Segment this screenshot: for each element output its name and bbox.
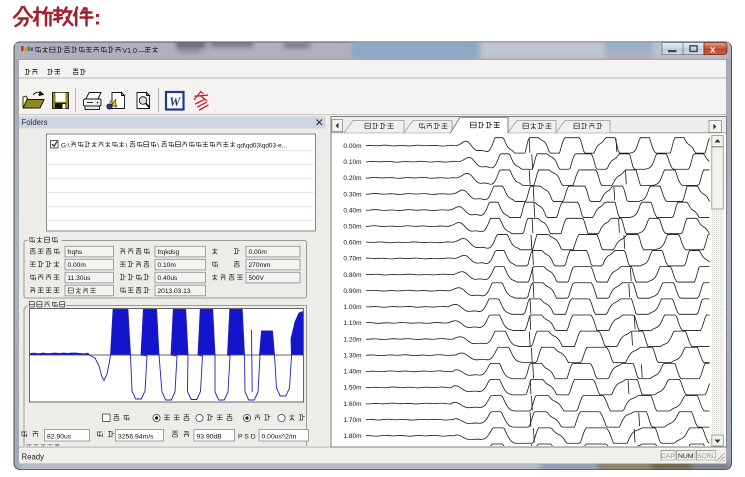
svg-text:3256.94m/s: 3256.94m/s (118, 433, 154, 440)
svg-text:1.00m: 1.00m (343, 304, 361, 311)
svg-text:0.00m: 0.00m (68, 262, 87, 269)
svg-text:0.80m: 0.80m (343, 272, 361, 279)
svg-text:Ready: Ready (22, 453, 45, 462)
svg-text:0.70m: 0.70m (343, 256, 361, 263)
svg-text:SCRL: SCRL (697, 453, 715, 460)
svg-text:82.90us: 82.90us (47, 433, 72, 440)
svg-text:1.70m: 1.70m (343, 417, 361, 424)
svg-text:0.30m: 0.30m (343, 191, 361, 198)
svg-text:1.30m: 1.30m (343, 352, 361, 359)
svg-text:x: x (710, 44, 716, 55)
svg-text:1.60m: 1.60m (343, 401, 361, 408)
svg-text:frqhs: frqhs (68, 249, 83, 256)
svg-text:qd\qd03\qd03-e...: qd\qd03\qd03-e... (237, 142, 287, 149)
svg-text:1.10m: 1.10m (343, 320, 361, 327)
svg-text:0.90m: 0.90m (343, 288, 361, 295)
svg-text:\: \ (126, 142, 128, 149)
svg-text:93.90dB: 93.90dB (197, 433, 223, 440)
svg-text:0.00us^2/m: 0.00us^2/m (262, 433, 297, 440)
svg-text:1.40m: 1.40m (343, 369, 361, 376)
svg-text:frqkdsg: frqkdsg (158, 249, 180, 256)
svg-text:0.00m: 0.00m (343, 143, 361, 150)
svg-text:0.10m: 0.10m (343, 159, 361, 166)
svg-text:P S D: P S D (238, 433, 256, 440)
svg-text:G:\: G:\ (61, 142, 70, 149)
svg-text:11.30us: 11.30us (68, 275, 92, 282)
svg-text:—: — (139, 48, 146, 55)
svg-text:0.50m: 0.50m (343, 224, 361, 231)
svg-text:0.20m: 0.20m (343, 175, 361, 182)
svg-text:270mm: 270mm (249, 262, 271, 269)
svg-text:0.00m: 0.00m (249, 249, 268, 256)
svg-text:2013.03.13: 2013.03.13 (158, 288, 191, 295)
svg-text:0.10m: 0.10m (158, 262, 177, 269)
svg-text:0.60m: 0.60m (343, 240, 361, 247)
svg-text:\: \ (157, 142, 159, 149)
svg-text:1.50m: 1.50m (343, 385, 361, 392)
svg-text:W: W (169, 95, 181, 109)
svg-text:CAP: CAP (661, 453, 675, 460)
svg-text:1.20m: 1.20m (343, 336, 361, 343)
svg-text:NUM: NUM (678, 453, 694, 460)
svg-text:0.40m: 0.40m (343, 207, 361, 214)
svg-text:0.40us: 0.40us (158, 275, 179, 282)
svg-text:1.80m: 1.80m (343, 433, 361, 440)
svg-text:Folders: Folders (22, 118, 48, 127)
svg-text:500V: 500V (249, 275, 265, 282)
svg-text:V1.0: V1.0 (123, 48, 138, 55)
